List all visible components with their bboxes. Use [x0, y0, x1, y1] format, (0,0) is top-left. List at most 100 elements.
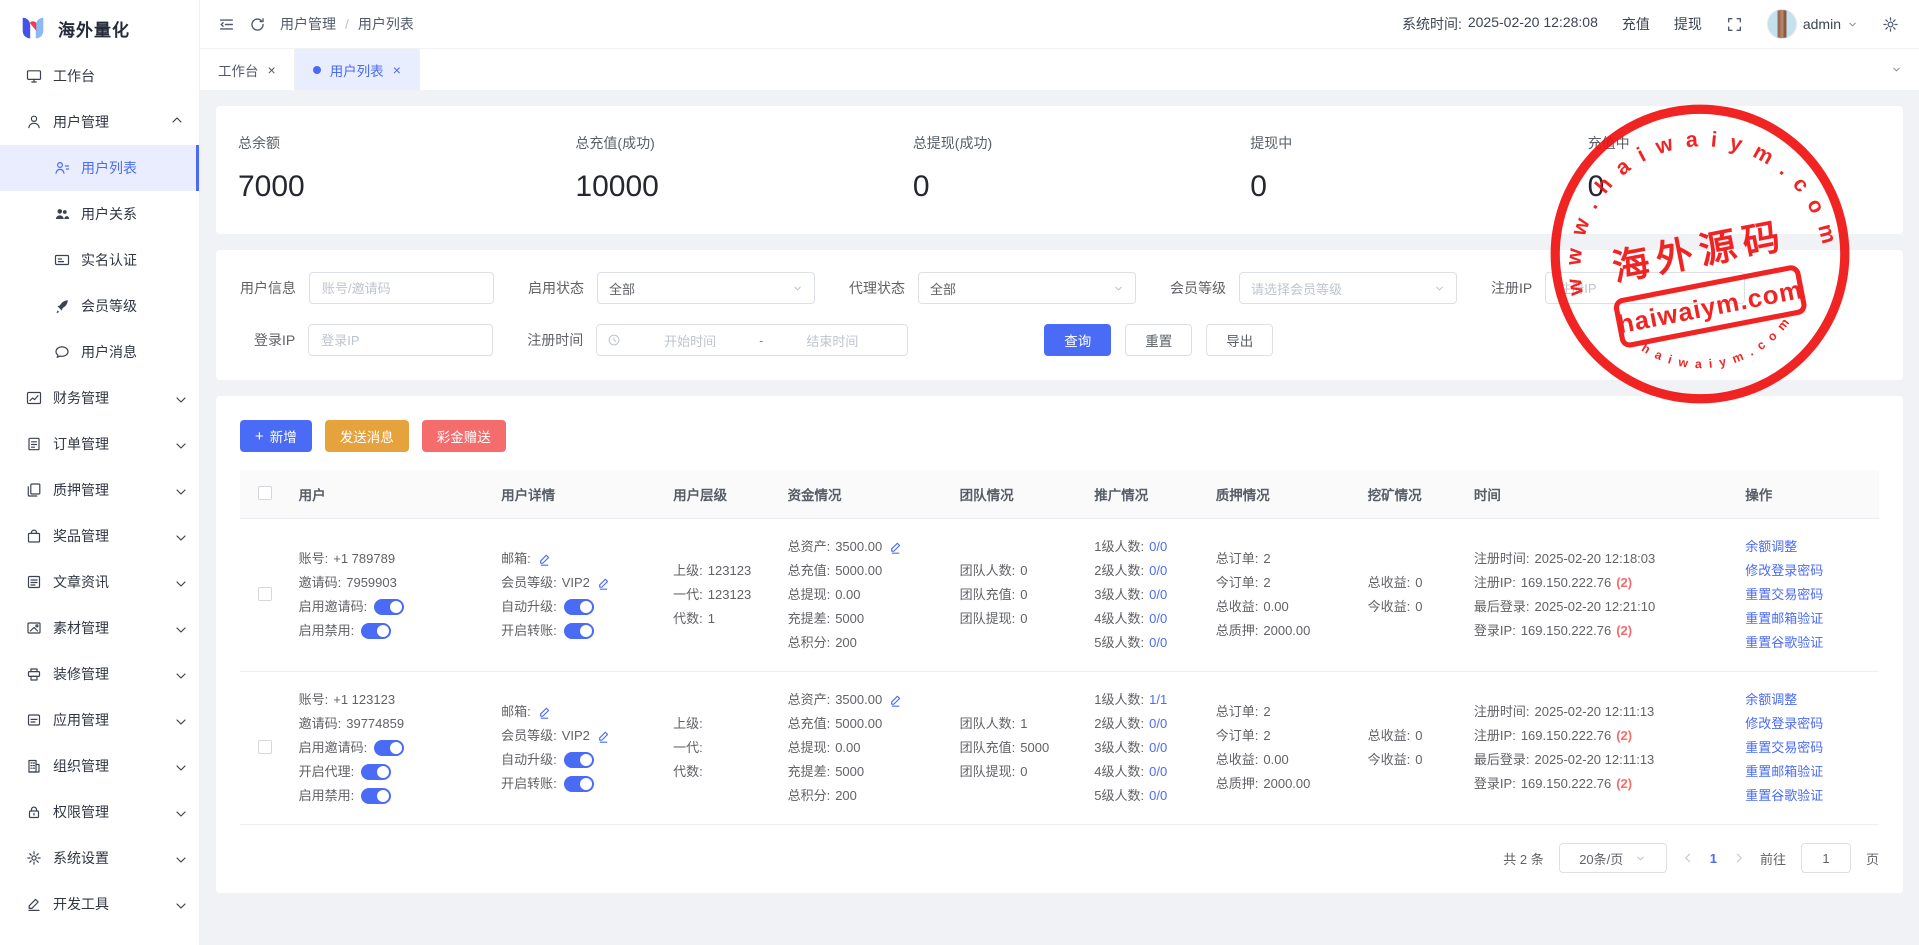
current-page[interactable]: 1 — [1710, 851, 1717, 866]
cell-line: 一代:123123 — [673, 583, 771, 607]
chev-icon — [173, 622, 189, 638]
send-message-button[interactable]: 发送消息 — [325, 420, 409, 452]
promo-count-link[interactable]: 0/0 — [1149, 736, 1167, 760]
tab-close-icon[interactable]: × — [268, 63, 276, 77]
promo-count-link[interactable]: 1/1 — [1149, 688, 1167, 712]
promo-count-link[interactable]: 0/0 — [1149, 583, 1167, 607]
sidebar-item[interactable]: 工作台 — [0, 53, 199, 99]
edit-icon[interactable] — [889, 541, 902, 554]
user-info-input[interactable] — [309, 272, 494, 304]
reset-button[interactable]: 重置 — [1125, 324, 1192, 356]
promo-count-link[interactable]: 0/0 — [1149, 712, 1167, 736]
toggle-switch[interactable] — [564, 599, 594, 615]
recharge-button[interactable]: 充值 — [1622, 14, 1650, 34]
agent-status-select[interactable]: 全部 — [918, 272, 1136, 304]
edit-icon[interactable] — [597, 730, 610, 743]
toggle-switch[interactable] — [374, 740, 404, 756]
row-action-link[interactable]: 重置邮箱验证 — [1745, 607, 1871, 631]
member-level-select[interactable]: 请选择会员等级 — [1239, 272, 1457, 304]
cell-mining: 总收益:0今收益:0 — [1360, 672, 1466, 825]
cell-line: 总充值:5000.00 — [788, 712, 944, 736]
toggle-switch[interactable] — [374, 599, 404, 615]
tab-close-icon[interactable]: × — [393, 63, 401, 77]
promo-count-link[interactable]: 0/0 — [1149, 559, 1167, 583]
row-checkbox[interactable] — [258, 587, 272, 601]
sidebar-subitem[interactable]: 用户关系 — [0, 191, 199, 237]
user-menu[interactable]: admin — [1767, 9, 1858, 39]
avatar[interactable] — [1767, 9, 1797, 39]
row-action-link[interactable]: 修改登录密码 — [1745, 559, 1871, 583]
tab-item[interactable]: 工作台× — [200, 49, 295, 90]
row-action-link[interactable]: 重置交易密码 — [1745, 583, 1871, 607]
prev-page-icon[interactable] — [1682, 852, 1694, 864]
sidebar-subitem[interactable]: 用户消息 — [0, 329, 199, 375]
sidebar-item[interactable]: 素材管理 — [0, 605, 199, 651]
tabs-dropdown[interactable] — [1873, 49, 1919, 90]
sidebar-subitem[interactable]: 会员等级 — [0, 283, 199, 329]
date-range-picker[interactable]: 开始时间 - 结束时间 — [596, 324, 908, 356]
fullscreen-icon[interactable] — [1726, 16, 1743, 33]
export-button[interactable]: 导出 — [1206, 324, 1273, 356]
toggle-switch[interactable] — [564, 776, 594, 792]
goto-page-input[interactable]: 1 — [1801, 843, 1851, 873]
toggle-switch[interactable] — [361, 623, 391, 639]
promo-count-link[interactable]: 0/0 — [1149, 535, 1167, 559]
sidebar-item[interactable]: 系统设置 — [0, 835, 199, 881]
breadcrumb-parent[interactable]: 用户管理 — [280, 14, 336, 34]
cell-value: 200 — [835, 784, 857, 808]
tab-active[interactable]: 用户列表× — [295, 49, 420, 90]
stat-label: 提现中 — [1250, 133, 1565, 153]
sidebar-item[interactable]: 开发工具 — [0, 881, 199, 927]
sidebar-item[interactable]: 奖品管理 — [0, 513, 199, 559]
promo-count-link[interactable]: 0/0 — [1149, 607, 1167, 631]
cell-actions: 余额调整修改登录密码重置交易密码重置邮箱验证重置谷歌验证 — [1737, 672, 1879, 825]
edit-icon[interactable] — [597, 577, 610, 590]
row-action-link[interactable]: 重置谷歌验证 — [1745, 784, 1871, 808]
row-checkbox[interactable] — [258, 740, 272, 754]
row-action-link[interactable]: 余额调整 — [1745, 535, 1871, 559]
sidebar-item[interactable]: 用户管理 — [0, 99, 199, 145]
row-action-link[interactable]: 修改登录密码 — [1745, 712, 1871, 736]
enable-status-select[interactable]: 全部 — [597, 272, 815, 304]
sidebar-item[interactable]: 订单管理 — [0, 421, 199, 467]
page-size-select[interactable]: 20条/页 — [1559, 843, 1667, 873]
sidebar-subitem[interactable]: 用户列表 — [0, 145, 199, 191]
withdraw-button[interactable]: 提现 — [1674, 14, 1702, 34]
select-all-checkbox[interactable] — [258, 486, 272, 500]
login-ip-input[interactable] — [308, 324, 493, 356]
bonus-gift-button[interactable]: 彩金赠送 — [422, 420, 506, 452]
register-ip-input[interactable] — [1545, 272, 1745, 304]
toggle-switch[interactable] — [564, 752, 594, 768]
sidebar-item[interactable]: 应用管理 — [0, 697, 199, 743]
promo-count-link[interactable]: 0/0 — [1149, 760, 1167, 784]
settings-gear-icon[interactable] — [1882, 16, 1899, 33]
row-action-link[interactable]: 重置交易密码 — [1745, 736, 1871, 760]
edit-icon[interactable] — [889, 694, 902, 707]
search-button[interactable]: 查询 — [1044, 324, 1111, 356]
promo-count-link[interactable]: 0/0 — [1149, 631, 1167, 655]
sidebar-item[interactable]: 装修管理 — [0, 651, 199, 697]
collapse-menu-icon[interactable] — [218, 16, 235, 33]
toggle-switch[interactable] — [361, 764, 391, 780]
sidebar-item[interactable]: 组织管理 — [0, 743, 199, 789]
next-page-icon[interactable] — [1733, 852, 1745, 864]
row-select-cell — [240, 672, 291, 825]
sidebar-item[interactable]: 质押管理 — [0, 467, 199, 513]
table-row: 账号:+1 123123邀请码:39774859启用邀请码:开启代理:启用禁用:… — [240, 672, 1879, 825]
row-action-link[interactable]: 重置谷歌验证 — [1745, 631, 1871, 655]
date-start[interactable]: 开始时间 — [625, 331, 755, 350]
refresh-icon[interactable] — [249, 16, 266, 33]
row-action-link[interactable]: 重置邮箱验证 — [1745, 760, 1871, 784]
edit-icon[interactable] — [538, 553, 551, 566]
sidebar-subitem[interactable]: 实名认证 — [0, 237, 199, 283]
sidebar-item[interactable]: 财务管理 — [0, 375, 199, 421]
promo-count-link[interactable]: 0/0 — [1149, 784, 1167, 808]
sidebar-item[interactable]: 文章资讯 — [0, 559, 199, 605]
sidebar-item[interactable]: 权限管理 — [0, 789, 199, 835]
add-user-button[interactable]: +新增 — [240, 420, 312, 452]
date-end[interactable]: 结束时间 — [767, 331, 897, 350]
edit-icon[interactable] — [538, 706, 551, 719]
toggle-switch[interactable] — [564, 623, 594, 639]
toggle-switch[interactable] — [361, 788, 391, 804]
row-action-link[interactable]: 余额调整 — [1745, 688, 1871, 712]
